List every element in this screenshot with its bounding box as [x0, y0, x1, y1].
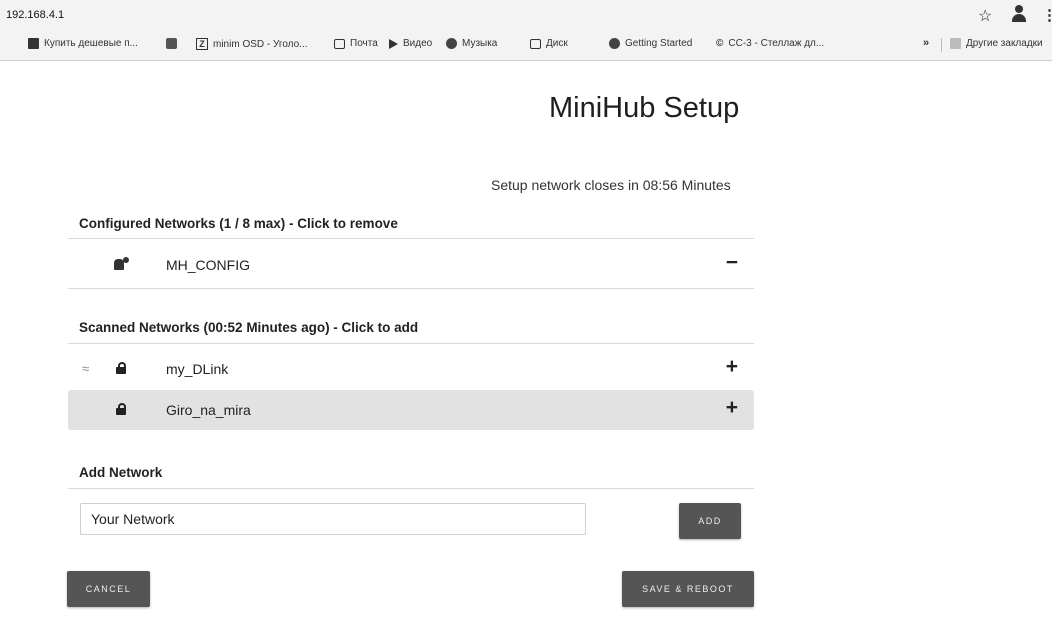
- divider: [68, 488, 754, 489]
- disk-icon: [530, 38, 541, 49]
- menu-icon[interactable]: ⋮: [1042, 6, 1052, 24]
- lock-icon: [116, 362, 126, 374]
- cc-icon: ©: [716, 38, 724, 49]
- remove-network-button[interactable]: −: [726, 251, 738, 275]
- bookmark-label: Getting Started: [625, 38, 693, 49]
- save-reboot-button[interactable]: SAVE & REBOOT: [622, 571, 754, 607]
- add-network-heading: Add Network: [79, 465, 163, 480]
- music-icon: [446, 38, 457, 49]
- bookmark-label: CC-3 - Стеллаж дл...: [728, 38, 825, 49]
- bookmark-item[interactable]: Видео: [389, 38, 432, 49]
- page-title: MiniHub Setup: [549, 92, 740, 124]
- z-icon: Z: [196, 38, 208, 50]
- app-icon: [166, 38, 177, 49]
- scanned-network-row[interactable]: Giro_na_mira +: [68, 390, 754, 430]
- profile-icon[interactable]: [1012, 5, 1026, 23]
- network-config-icon: [114, 257, 130, 271]
- wifi-signal-icon: ≈: [82, 361, 90, 376]
- bookmarks-separator: [941, 38, 942, 52]
- browser-address-bar: 192.168.4.1 ☆ ⋮: [0, 0, 1052, 31]
- globe-icon: [609, 38, 620, 49]
- bookmark-label: Другие закладки: [966, 38, 1043, 49]
- add-network-button[interactable]: +: [726, 396, 738, 420]
- other-bookmarks[interactable]: Другие закладки: [950, 38, 1043, 49]
- bookmark-item[interactable]: Купить дешевые п...: [28, 38, 138, 49]
- bookmark-item[interactable]: Почта: [334, 38, 378, 49]
- bookmarks-bar: Купить дешевые п... Z minim OSD - Уголо.…: [0, 30, 1052, 61]
- bookmark-item[interactable]: Музыка: [446, 38, 497, 49]
- folder-icon: [28, 38, 39, 49]
- scanned-network-row[interactable]: ≈ my_DLink +: [68, 349, 754, 389]
- bookmark-item[interactable]: [166, 38, 177, 49]
- configured-network-row[interactable]: MH_CONFIG −: [68, 245, 754, 285]
- network-name: Giro_na_mira: [166, 402, 251, 418]
- bookmark-item[interactable]: © CC-3 - Стеллаж дл...: [716, 38, 824, 49]
- setup-timer: Setup network closes in 08:56 Minutes: [491, 177, 731, 193]
- network-name: MH_CONFIG: [166, 257, 250, 273]
- play-icon: [389, 38, 398, 49]
- scanned-networks-heading: Scanned Networks (00:52 Minutes ago) - C…: [79, 320, 419, 335]
- lock-icon: [116, 403, 126, 415]
- star-icon[interactable]: ☆: [978, 6, 992, 26]
- divider: [68, 288, 754, 289]
- bookmark-label: Видео: [403, 38, 433, 49]
- cancel-button[interactable]: CANCEL: [67, 571, 150, 607]
- url-text[interactable]: 192.168.4.1: [6, 9, 64, 21]
- add-button[interactable]: ADD: [679, 503, 741, 539]
- bookmark-label: minim OSD - Уголо...: [213, 38, 308, 50]
- bookmark-label: Купить дешевые п...: [44, 38, 138, 49]
- bookmark-label: Почта: [350, 38, 378, 49]
- add-network-button[interactable]: +: [726, 355, 738, 379]
- bookmarks-overflow-icon[interactable]: »: [923, 37, 929, 49]
- mail-icon: [334, 38, 345, 49]
- bookmark-label: Музыка: [462, 38, 498, 49]
- folder-icon: [950, 38, 961, 49]
- bookmark-item[interactable]: Z minim OSD - Уголо...: [196, 38, 308, 50]
- divider: [68, 238, 754, 239]
- divider: [68, 343, 754, 344]
- bookmark-label: Диск: [546, 38, 568, 49]
- configured-networks-heading: Configured Networks (1 / 8 max) - Click …: [79, 216, 398, 231]
- network-name: my_DLink: [166, 361, 229, 377]
- network-name-input[interactable]: [80, 503, 586, 535]
- bookmark-item[interactable]: Диск: [530, 38, 568, 49]
- bookmark-item[interactable]: Getting Started: [609, 38, 692, 49]
